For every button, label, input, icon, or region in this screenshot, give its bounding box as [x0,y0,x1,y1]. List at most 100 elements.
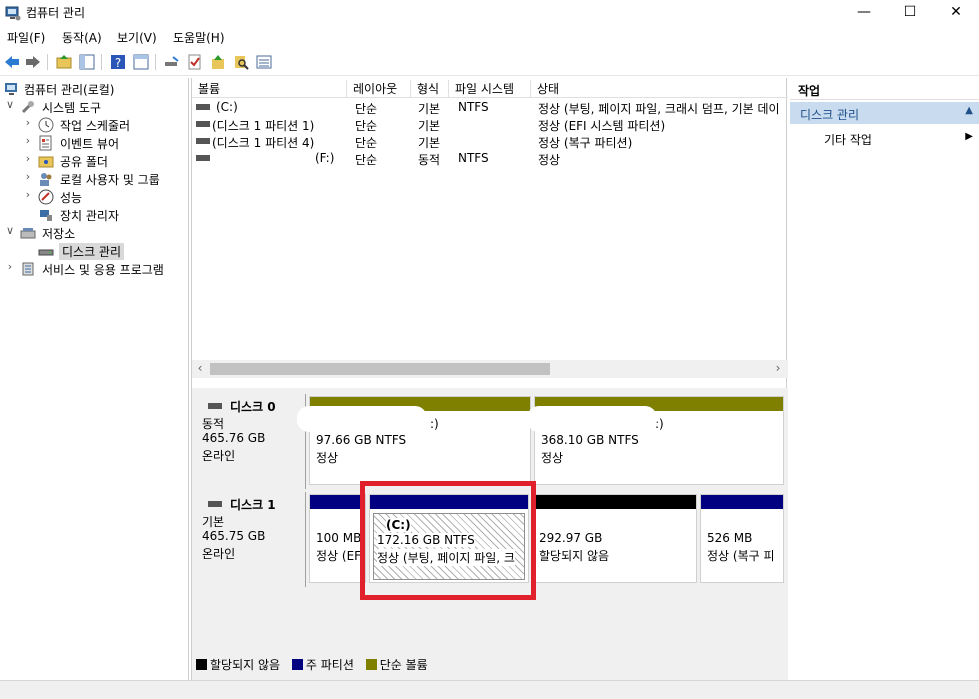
volume-icon [196,155,210,161]
partition-status: 정상 (EF [316,549,362,563]
import-icon[interactable] [209,53,227,71]
disk-type: 동적 [202,417,225,431]
cell-layout: 단순 [355,119,378,133]
chevron-down-icon[interactable]: ∨ [4,224,16,237]
chevron-right-icon[interactable]: › [22,152,34,165]
performance-icon [38,189,54,205]
users-icon [40,173,52,186]
table-row[interactable]: (C:) 단순 기본 NTFS 정상 (부팅, 페이지 파일, 크래시 덤프, … [192,99,788,116]
connect-disk-icon[interactable] [163,53,181,71]
legend-swatch [291,659,303,670]
help-icon[interactable]: ? [109,53,127,71]
column-header-status[interactable]: 상태 [531,80,788,98]
cell-status: 정상 [538,153,561,167]
svg-text:?: ? [115,56,121,70]
table-row[interactable]: (디스크 1 파티션 1) 단순 기본 정상 (EFI 시스템 파티션) [192,116,788,133]
disk-icon [38,249,54,256]
partition-size: 526 MB [707,531,753,545]
cell-fs: NTFS [458,100,489,114]
chevron-right-icon[interactable]: › [22,188,34,201]
tree-label: 로컬 사용자 및 그룹 [60,173,160,187]
legend: 할당되지 않음 주 파티션 단순 볼륨 [196,656,436,674]
event-viewer-icon [39,135,52,151]
cell-status: 정상 (복구 파티션) [538,136,633,150]
tree-label: 컴퓨터 관리(로컬) [24,83,115,97]
disk-0-label[interactable]: 디스크 0 동적 465.76 GB 온라인 [196,394,306,489]
toolbar-separator [101,54,102,70]
show-action-pane-icon[interactable] [132,53,150,71]
cell-layout: 단순 [355,153,378,167]
close-button[interactable]: ✕ [933,0,979,26]
horizontal-scrollbar[interactable]: ‹ › [192,360,788,378]
chevron-down-icon[interactable]: ∨ [4,98,16,111]
cell-status: 정상 (부팅, 페이지 파일, 크래시 덤프, 기본 데이 [538,102,780,116]
forward-arrow-icon[interactable] [24,53,42,71]
legend-item: 주 파티션 [291,656,354,673]
partition-size: 100 MB [316,531,362,545]
menu-view[interactable]: 보기(V) [117,29,157,46]
list-view-icon[interactable] [255,53,273,71]
partition[interactable]: 526 MB 정상 (복구 피 [700,494,784,583]
cell-volume: (C:) [216,100,238,114]
volume-table-header: 볼륨 레이아웃 형식 파일 시스템 상태 [192,80,788,98]
title-bar: 컴퓨터 관리 — ☐ ✕ [0,0,979,26]
scrollbar-thumb[interactable] [210,363,550,375]
chevron-right-icon[interactable]: › [4,260,16,273]
cell-type: 기본 [418,136,441,150]
window-title: 컴퓨터 관리 [26,6,86,20]
actions-more-label: 기타 작업 [824,133,872,147]
search-icon[interactable] [232,53,250,71]
legend-swatch [196,659,207,670]
scroll-right-icon[interactable]: › [770,361,786,375]
legend-label: 주 파티션 [305,658,354,672]
disk-1-label[interactable]: 디스크 1 기본 465.75 GB 온라인 [196,492,306,587]
chevron-right-icon[interactable]: › [22,116,34,129]
partition-unallocated[interactable]: 292.97 GB 할당되지 않음 [532,494,697,583]
cell-volume: (디스크 1 파티션 1) [212,119,315,133]
column-header-layout[interactable]: 레이아웃 [347,80,411,98]
back-arrow-icon[interactable] [3,53,21,71]
menu-bar: 파일(F) 동작(A) 보기(V) 도움말(H) [0,26,979,48]
tree-label: 작업 스케줄러 [60,119,131,133]
legend-label: 할당되지 않음 [210,658,281,672]
check-properties-icon[interactable] [186,53,204,71]
menu-help[interactable]: 도움말(H) [173,29,225,46]
up-folder-icon[interactable] [55,53,73,71]
tools-icon [21,101,34,114]
chevron-right-icon[interactable]: › [22,134,34,147]
collapse-up-icon[interactable]: ▲ [965,105,973,116]
cell-status: 정상 (EFI 시스템 파티션) [538,119,666,133]
chevron-right-icon[interactable]: › [22,170,34,183]
column-header-volume[interactable]: 볼륨 [192,80,347,98]
disk-icon [208,501,222,507]
disk-state: 온라인 [202,547,236,561]
table-row[interactable]: (디스크 1 파티션 4) 단순 기본 정상 (복구 파티션) [192,133,788,150]
status-bar [0,680,979,699]
actions-section-disk-management[interactable]: 디스크 관리 ▲ [790,102,979,124]
minimize-button[interactable]: — [841,0,887,26]
show-hide-tree-icon[interactable] [78,53,96,71]
toolbar-separator [155,54,156,70]
column-header-filesystem[interactable]: 파일 시스템 [449,80,531,98]
menu-action[interactable]: 동작(A) [62,29,102,46]
column-header-type[interactable]: 형식 [411,80,449,98]
cell-type: 기본 [418,119,441,133]
cell-fs: NTFS [458,151,489,165]
partition-color-bar [310,495,365,509]
table-row[interactable]: (F:) 단순 동적 NTFS 정상 [192,150,788,167]
actions-more-item[interactable]: 기타 작업 ▶ [790,128,979,148]
disk-name: 디스크 0 [230,400,276,414]
redaction-mark [297,406,427,432]
partition-status: 정상 (복구 피 [707,549,775,563]
partition-size: 292.97 GB [539,531,603,545]
navigation-tree: 컴퓨터 관리(로컬) ∨ 시스템 도구 › 작업 스케줄러 › 이벤트 뷰어 ›… [0,78,189,680]
menu-file[interactable]: 파일(F) [7,29,45,46]
maximize-button[interactable]: ☐ [887,0,933,26]
disk-state: 온라인 [202,449,236,463]
scroll-left-icon[interactable]: ‹ [192,361,208,375]
legend-item: 단순 볼륨 [365,656,428,673]
partition[interactable]: 100 MB 정상 (EF [309,494,366,583]
disk-size: 465.76 GB [202,431,266,445]
highlight-box [360,481,536,600]
redaction-mark [527,406,657,432]
